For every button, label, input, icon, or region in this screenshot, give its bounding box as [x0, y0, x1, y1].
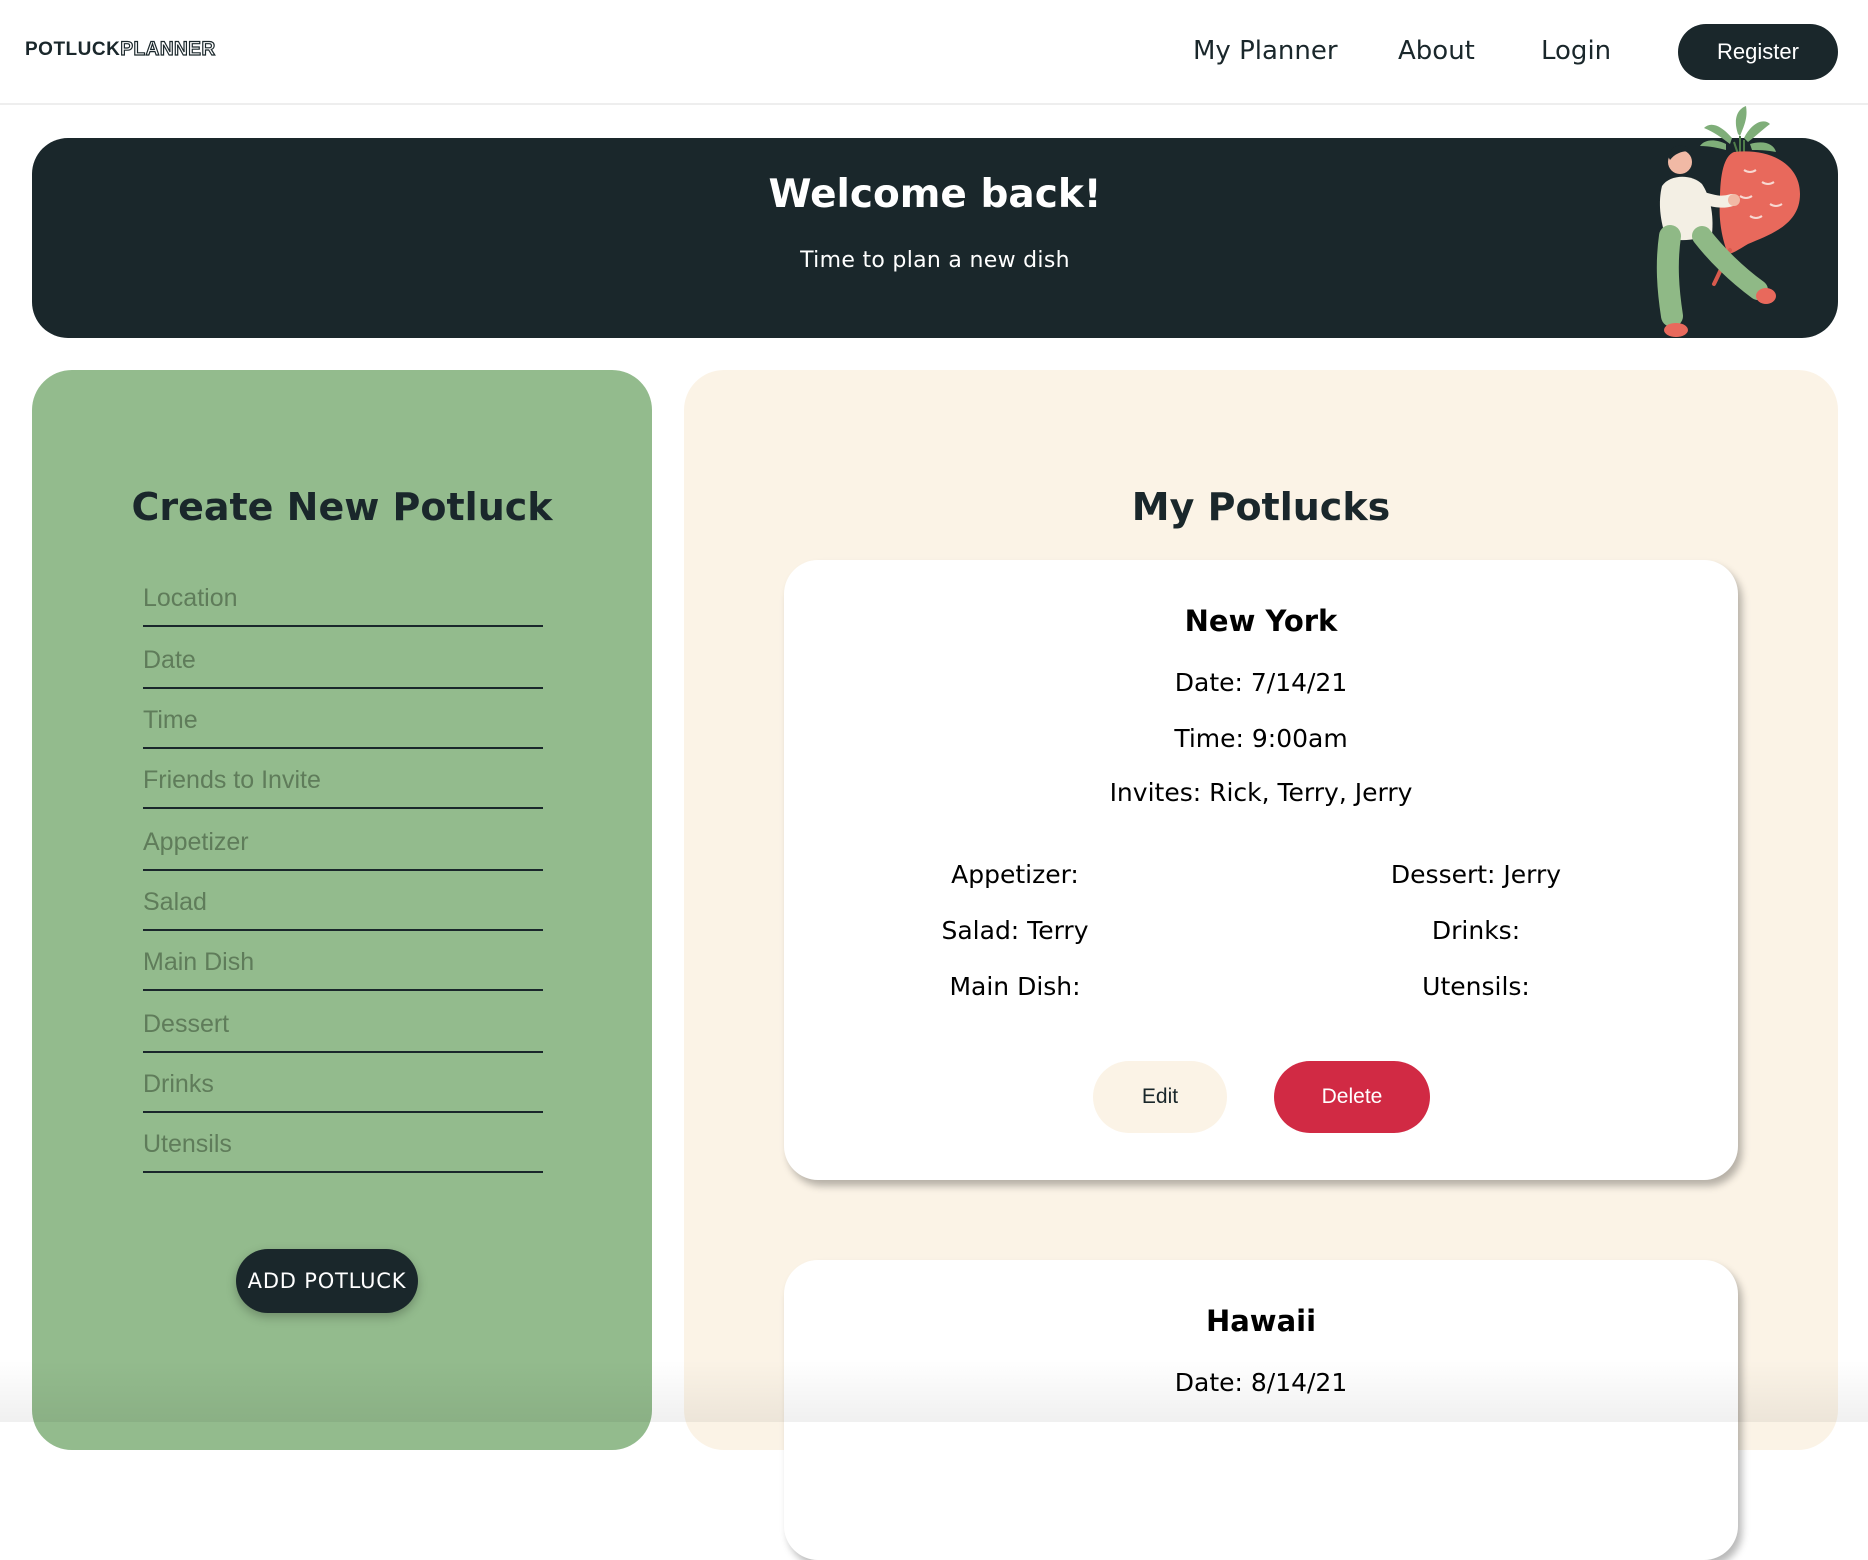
drinks-input[interactable]	[143, 1070, 543, 1099]
create-potluck-panel: Create New Potluck ADD POTLUCK	[32, 370, 652, 1450]
my-potlucks-panel: My Potlucks New York Date: 7/14/21 Time:…	[684, 370, 1838, 1560]
location-input[interactable]	[143, 584, 543, 613]
potluck-name: New York	[1184, 604, 1338, 638]
logo-bold-text: POTLUCK	[25, 39, 121, 60]
location-field	[143, 569, 543, 627]
nav-link-login[interactable]: Login	[1541, 36, 1611, 66]
salad-field	[143, 873, 543, 931]
potluck-appetizer: Appetizer:	[951, 860, 1079, 889]
dessert-field	[143, 995, 543, 1053]
appetizer-field	[143, 813, 543, 871]
friends-to-invite-input[interactable]	[143, 766, 543, 795]
potluck-card: Hawaii Date: 8/14/21	[784, 1260, 1738, 1560]
welcome-banner: Welcome back! Time to plan a new dish	[32, 138, 1838, 338]
logo-outline-text: PLANNER	[120, 38, 216, 60]
potluck-drinks: Drinks:	[1431, 916, 1521, 945]
potluck-date: Date: 8/14/21	[1174, 1368, 1348, 1397]
potluck-card: New York Date: 7/14/21 Time: 9:00am Invi…	[784, 560, 1738, 1180]
time-field	[143, 691, 543, 749]
appetizer-input[interactable]	[143, 828, 543, 857]
potluck-name: Hawaii	[1205, 1304, 1317, 1338]
main-dish-input[interactable]	[143, 948, 543, 977]
add-potluck-button[interactable]: ADD POTLUCK	[236, 1249, 418, 1313]
nav-link-my-planner[interactable]: My Planner	[1193, 36, 1338, 66]
friends-to-invite-field	[143, 751, 543, 809]
main-dish-field	[143, 933, 543, 991]
dessert-input[interactable]	[143, 1010, 543, 1039]
person-carrying-radish-illustration	[1656, 106, 1800, 337]
date-field	[143, 631, 543, 689]
nav-link-about[interactable]: About	[1398, 36, 1475, 66]
salad-input[interactable]	[143, 888, 543, 917]
welcome-subtitle: Time to plan a new dish	[800, 248, 1070, 273]
potluck-date: Date: 7/14/21	[1174, 668, 1348, 697]
potluck-invites: Invites: Rick, Terry, Jerry	[1109, 778, 1413, 807]
welcome-title: Welcome back!	[768, 172, 1102, 217]
create-potluck-title: Create New Potluck	[131, 485, 553, 529]
utensils-input[interactable]	[143, 1130, 543, 1159]
potluck-time: Time: 9:00am	[1174, 724, 1348, 753]
potluck-dessert: Dessert: Jerry	[1390, 860, 1562, 889]
top-nav: POTLUCKPLANNER My Planner About Login Re…	[0, 0, 1868, 105]
potluck-utensils: Utensils:	[1422, 972, 1530, 1001]
utensils-field	[143, 1115, 543, 1173]
drinks-field	[143, 1055, 543, 1113]
delete-button[interactable]: Delete	[1274, 1061, 1430, 1133]
time-input[interactable]	[143, 706, 543, 735]
my-potlucks-title: My Potlucks	[1131, 485, 1391, 529]
potluck-salad: Salad: Terry	[941, 916, 1089, 945]
potluck-main-dish: Main Dish:	[949, 972, 1081, 1001]
register-button[interactable]: Register	[1678, 24, 1838, 80]
edit-button[interactable]: Edit	[1093, 1061, 1227, 1133]
date-input[interactable]	[143, 646, 543, 675]
logo[interactable]: POTLUCKPLANNER	[25, 38, 216, 61]
